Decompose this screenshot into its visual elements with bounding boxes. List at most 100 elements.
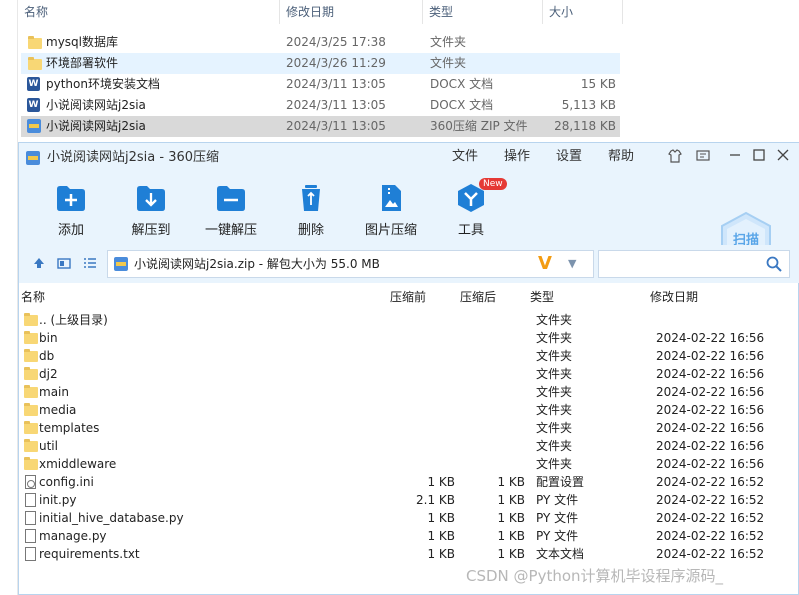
column-before[interactable]: 压缩前 bbox=[390, 285, 426, 309]
table-row[interactable]: templates 文件夹 2024-02-22 16:56 bbox=[19, 419, 799, 437]
extract-to-button[interactable]: 解压到 bbox=[111, 179, 191, 239]
file-name: python环境安装文档 bbox=[46, 77, 160, 91]
chevron-down-icon[interactable]: ▼ bbox=[568, 251, 576, 277]
recycle-bin-icon bbox=[295, 183, 327, 213]
zip-window: 小说阅读网站j2sia - 360压缩 文件 操作 设置 帮助 添加 解压到 一… bbox=[18, 142, 799, 595]
explorer-row[interactable]: 环境部署软件 2024/3/26 11:29 文件夹 bbox=[21, 53, 620, 74]
table-row[interactable]: bin 文件夹 2024-02-22 16:56 bbox=[19, 329, 799, 347]
title-bar[interactable]: 小说阅读网站j2sia - 360压缩 文件 操作 设置 帮助 bbox=[19, 143, 799, 173]
size-after: 1 KB bbox=[497, 493, 525, 507]
verified-icon[interactable]: V bbox=[538, 253, 552, 275]
add-button[interactable]: 添加 bbox=[31, 179, 111, 239]
file-date: 2024/3/11 13:05 bbox=[286, 119, 386, 133]
file-type: PY 文件 bbox=[536, 493, 579, 507]
folder-icon bbox=[24, 349, 38, 362]
explorer-nav-pane bbox=[0, 0, 18, 595]
menu-settings[interactable]: 设置 bbox=[556, 143, 582, 171]
file-date: 2024-02-22 16:56 bbox=[656, 403, 765, 417]
file-date: 2024/3/26 11:29 bbox=[286, 56, 386, 70]
address-field[interactable]: 小说阅读网站j2sia.zip - 解包大小为 55.0 MB V ▼ bbox=[107, 250, 594, 278]
file-size bbox=[543, 53, 616, 74]
column-date[interactable]: 修改日期 bbox=[280, 0, 423, 24]
table-row[interactable]: .. (上级目录) 文件夹 bbox=[19, 311, 799, 329]
table-row[interactable]: init.py 2.1 KB 1 KB PY 文件 2024-02-22 16:52 bbox=[19, 491, 799, 509]
file-date: 2024-02-22 16:56 bbox=[656, 349, 765, 363]
table-row[interactable]: requirements.txt 1 KB 1 KB 文本文档 2024-02-22 1… bbox=[19, 545, 799, 563]
image-compress-button[interactable]: 图片压缩 bbox=[351, 179, 431, 239]
file-date: 2024/3/11 13:05 bbox=[286, 77, 386, 91]
explorer-row[interactable]: W 小说阅读网站j2sia 2024/3/11 13:05 DOCX 文档 5,113 … bbox=[21, 95, 620, 116]
column-type[interactable]: 类型 bbox=[423, 0, 543, 24]
up-arrow-icon[interactable] bbox=[31, 256, 47, 272]
one-click-extract-button[interactable]: 一键解压 bbox=[191, 179, 271, 239]
word-doc-icon: W bbox=[27, 98, 40, 112]
file-type: 360压缩 ZIP 文件 bbox=[430, 119, 528, 133]
file-date: 2024-02-22 16:52 bbox=[656, 529, 765, 543]
table-row[interactable]: dj2 文件夹 2024-02-22 16:56 bbox=[19, 365, 799, 383]
file-name: initial_hive_database.py bbox=[39, 511, 184, 525]
file-type: 文件夹 bbox=[536, 403, 573, 417]
zip-app-icon bbox=[26, 151, 40, 165]
explorer-row[interactable]: Wpython环境安装文档 2024/3/11 13:05 DOCX 文档 15 KB bbox=[21, 74, 620, 95]
table-row[interactable]: main 文件夹 2024-02-22 16:56 bbox=[19, 383, 799, 401]
zip-archive-icon bbox=[27, 119, 41, 133]
file-name: util bbox=[39, 439, 58, 453]
table-row[interactable]: config.ini 1 KB 1 KB 配置设置 2024-02-22 16:52 bbox=[19, 473, 799, 491]
add-folder-icon bbox=[55, 183, 87, 213]
folder-icon bbox=[24, 439, 38, 452]
image-compress-label: 图片压缩 bbox=[364, 223, 417, 238]
column-after[interactable]: 压缩后 bbox=[460, 285, 496, 309]
table-row[interactable]: manage.py 1 KB 1 KB PY 文件 2024-02-22 16:52 bbox=[19, 527, 799, 545]
file-name: db bbox=[39, 349, 55, 363]
column-name[interactable]: 名称 bbox=[21, 285, 45, 309]
folder-icon bbox=[24, 331, 38, 344]
folder-icon bbox=[24, 421, 38, 434]
file-icon bbox=[25, 511, 36, 525]
minimize-icon[interactable] bbox=[724, 148, 746, 168]
file-date: 2024-02-22 16:52 bbox=[656, 493, 765, 507]
table-row[interactable]: util 文件夹 2024-02-22 16:56 bbox=[19, 437, 799, 455]
menu-file[interactable]: 文件 bbox=[452, 143, 478, 171]
thumbnail-view-icon[interactable] bbox=[56, 256, 72, 272]
one-click-extract-label: 一键解压 bbox=[204, 223, 257, 238]
size-before: 1 KB bbox=[427, 529, 455, 543]
table-row[interactable]: xmiddleware 文件夹 2024-02-22 16:56 bbox=[19, 455, 799, 473]
file-type: 文件夹 bbox=[536, 331, 573, 345]
zip-archive-icon bbox=[114, 257, 128, 271]
word-doc-icon: W bbox=[27, 77, 40, 91]
table-row[interactable]: initial_hive_database.py 1 KB 1 KB PY 文件 202… bbox=[19, 509, 799, 527]
column-name[interactable]: 名称 bbox=[18, 0, 280, 24]
folder-icon bbox=[24, 457, 38, 470]
table-row[interactable]: db 文件夹 2024-02-22 16:56 bbox=[19, 347, 799, 365]
file-date: 2024/3/11 13:05 bbox=[286, 98, 386, 112]
file-type: DOCX 文档 bbox=[430, 98, 494, 112]
search-icon[interactable] bbox=[765, 255, 783, 273]
feedback-icon[interactable] bbox=[692, 148, 714, 168]
skin-icon[interactable] bbox=[664, 148, 686, 168]
explorer-row[interactable]: mysql数据库 2024/3/25 17:38 文件夹 bbox=[21, 32, 620, 53]
file-name: bin bbox=[39, 331, 58, 345]
list-view-icon[interactable] bbox=[82, 256, 98, 272]
file-date: 2024/3/25 17:38 bbox=[286, 35, 386, 49]
file-name: xmiddleware bbox=[39, 457, 117, 471]
search-input[interactable] bbox=[598, 250, 790, 278]
explorer-row[interactable]: 小说阅读网站j2sia 2024/3/11 13:05 360压缩 ZIP 文件 28… bbox=[21, 116, 620, 137]
column-size[interactable]: 大小 bbox=[543, 0, 623, 24]
menu-action[interactable]: 操作 bbox=[504, 143, 530, 171]
file-date: 2024-02-22 16:52 bbox=[656, 547, 765, 561]
menu-help[interactable]: 帮助 bbox=[608, 143, 634, 171]
close-icon[interactable] bbox=[772, 148, 794, 168]
column-date[interactable]: 修改日期 bbox=[650, 285, 698, 309]
tools-button[interactable]: New 工具 bbox=[431, 178, 511, 239]
file-name: dj2 bbox=[39, 367, 58, 381]
file-type: 文件夹 bbox=[536, 367, 573, 381]
column-type[interactable]: 类型 bbox=[530, 285, 554, 309]
folder-icon bbox=[28, 36, 42, 49]
delete-button[interactable]: 删除 bbox=[271, 179, 351, 239]
table-row[interactable]: media 文件夹 2024-02-22 16:56 bbox=[19, 401, 799, 419]
file-name: main bbox=[39, 385, 69, 399]
image-compress-icon bbox=[375, 183, 407, 213]
file-date: 2024-02-22 16:56 bbox=[656, 421, 765, 435]
file-icon bbox=[25, 529, 36, 543]
maximize-icon[interactable] bbox=[748, 148, 770, 168]
